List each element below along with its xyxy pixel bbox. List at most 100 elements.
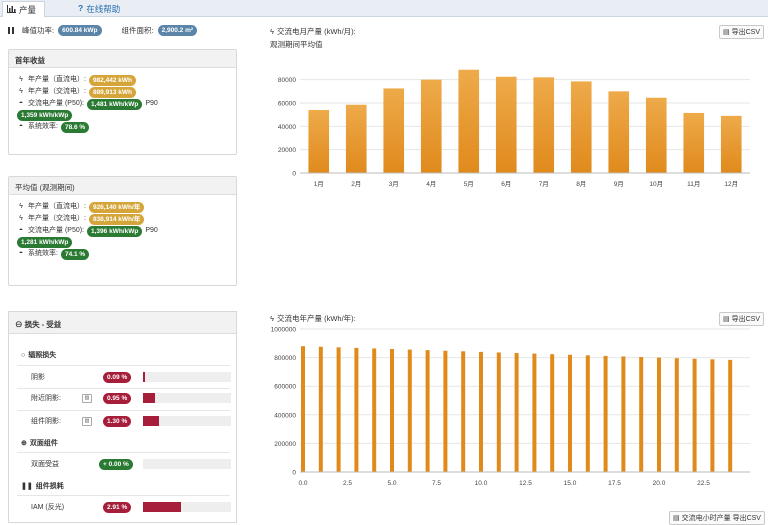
bar (301, 346, 305, 472)
loss-label: IAM (反光) (31, 504, 65, 511)
loss-row: 组件阴影: ▥ 1.30 % (9, 415, 238, 427)
pr-label: 系统效率: (28, 250, 58, 257)
bar (345, 104, 367, 173)
bar (621, 356, 626, 472)
peak-power-badge: 600.84 kWp (58, 25, 102, 36)
export-csv-button[interactable]: ▤ 导出CSV (719, 25, 765, 39)
loss-row: 阴影 0.09 % (9, 371, 238, 383)
loss-badge: 2.91 % (103, 501, 132, 513)
ac-label: 年产量（交流电）: (28, 215, 86, 222)
y-tick-label: 20000 (278, 147, 296, 154)
loss-bar-fill (143, 502, 181, 512)
loss-bar (143, 416, 231, 426)
peak-power-label: 峰值功率: (22, 26, 55, 35)
top-bar: 产量 ? 在线帮助 (0, 0, 768, 17)
loss-label: 双面受益 (31, 461, 59, 468)
bar (407, 349, 412, 472)
export-hourly-csv-label: 交流电小时产量 导出CSV (681, 515, 761, 522)
group-module: ❚❚ 组件损耗 (21, 481, 250, 491)
bar (372, 348, 377, 472)
loss-badge: 0.95 % (103, 392, 132, 404)
average-pr-row: ◓ 系统效率: 74.1 % (17, 248, 228, 260)
dc-label: 年产量（直流电）: (28, 203, 86, 210)
bar (496, 352, 501, 472)
spec-label: 交流电产量 (P50): (28, 100, 85, 107)
bar (495, 76, 517, 173)
pause-icon: ❚❚ (21, 483, 33, 490)
x-tick-label: 20.0 (653, 480, 666, 487)
bar (657, 357, 661, 472)
bar (639, 357, 644, 472)
summary-line: 峰值功率: 600.84 kWp 组件面积: 2,900.2 m² (8, 25, 198, 36)
bar (603, 355, 608, 472)
losses-title: 损失 - 受益 (24, 320, 62, 329)
bolt-icon: ϟ (270, 27, 274, 36)
monthly-chart-title: ϟ 交流电月产量 (kWh/月): (270, 26, 356, 37)
module-area-label: 组件面积: (121, 26, 154, 35)
bolt-icon: ϟ (19, 215, 23, 222)
pr-label: 系统效率: (28, 123, 58, 130)
loss-label: 阴影 (31, 374, 45, 381)
dc-label: 年产量（直流电）: (28, 76, 86, 83)
bolt-icon: ϟ (19, 203, 23, 210)
x-tick-label: 12.5 (519, 480, 532, 487)
loss-bar (143, 393, 231, 403)
bar (532, 353, 537, 472)
x-tick-label: 4月 (426, 180, 436, 188)
x-tick-label: 3月 (389, 180, 399, 188)
loss-row: 附近阴影: ▥ 0.95 % (9, 392, 238, 404)
spec-badge: 1,396 kWh/kWp (87, 225, 143, 237)
monthly-chart: 0 20000 40000 60000 80000 1月 2月 3月 4月 5月 6月 7月 8月 9月 1… (278, 69, 750, 188)
average-ac-row: ϟ 年产量（交流电）: 838,914 kWh/年 (17, 213, 228, 225)
loss-label: 附近阴影: (31, 395, 61, 402)
loss-row: IAM (反光) 2.91 % (9, 501, 238, 513)
group-irradiance-label: 辐照损失 (28, 352, 57, 359)
x-tick-label: 8月 (576, 180, 586, 188)
average-panel: 平均值 (观测期间) ϟ 年产量（直流电）: 926,140 kWh/年 ϟ 年… (8, 176, 237, 286)
document-icon: ▤ (723, 29, 730, 36)
bar (550, 354, 555, 472)
bar (425, 350, 430, 472)
bar (585, 355, 590, 472)
car-icon: ◓ (18, 100, 24, 107)
x-tick-label: 2月 (351, 180, 361, 188)
bar (568, 354, 572, 472)
x-tick-label: 15.0 (564, 480, 577, 487)
group-bifacial: ⊕ 双面组件 (21, 438, 250, 448)
group-module-label: 组件损耗 (35, 483, 64, 490)
bar (354, 347, 359, 472)
losses-header[interactable]: ⊖ 损失 - 受益 (9, 312, 236, 334)
chart-icon[interactable]: ▥ (82, 416, 92, 426)
x-tick-label: 6月 (501, 180, 511, 188)
y-tick-label: 0 (292, 470, 296, 477)
x-tick-label: 7.5 (432, 480, 441, 487)
bar (461, 351, 466, 472)
yearly-chart: 0 200000 400000 600000 800000 1000000 0.0 2.5 5.… (271, 327, 750, 487)
p90-badge: 1,359 kWh/kWp (17, 110, 73, 121)
pause-icon (8, 27, 14, 34)
chart-icon[interactable]: ▥ (82, 393, 92, 403)
help-link[interactable]: ? 在线帮助 (78, 3, 120, 15)
bolt-icon: ϟ (19, 76, 23, 83)
first-year-p90-row: 1,359 kWh/kWp (17, 110, 228, 121)
first-year-pr-row: ◓ 系统效率: 78.6 % (17, 121, 228, 133)
monthly-chart-subtitle: 观测期间平均值 (270, 40, 323, 49)
loss-bar (143, 459, 231, 469)
car-icon: ◓ (18, 123, 24, 130)
dc-badge: 982,442 kWh (88, 74, 136, 86)
loss-bar (143, 372, 231, 382)
loss-bar-fill (143, 393, 155, 403)
x-tick-label: 10月 (649, 180, 663, 188)
divider (17, 410, 230, 411)
first-year-ac-row: ϟ 年产量（交流电）: 889,913 kWh (17, 86, 228, 98)
tab-production[interactable]: 产量 (2, 1, 46, 17)
bar (336, 347, 341, 472)
x-tick-label: 5.0 (387, 480, 396, 487)
help-label: 在线帮助 (86, 4, 121, 14)
ac-badge: 838,914 kWh/年 (88, 213, 145, 225)
question-icon: ? (78, 3, 84, 13)
bar (308, 110, 330, 173)
y-tick-label: 40000 (278, 124, 296, 131)
document-icon: ▤ (673, 515, 680, 522)
bar-chart-icon (7, 4, 16, 15)
